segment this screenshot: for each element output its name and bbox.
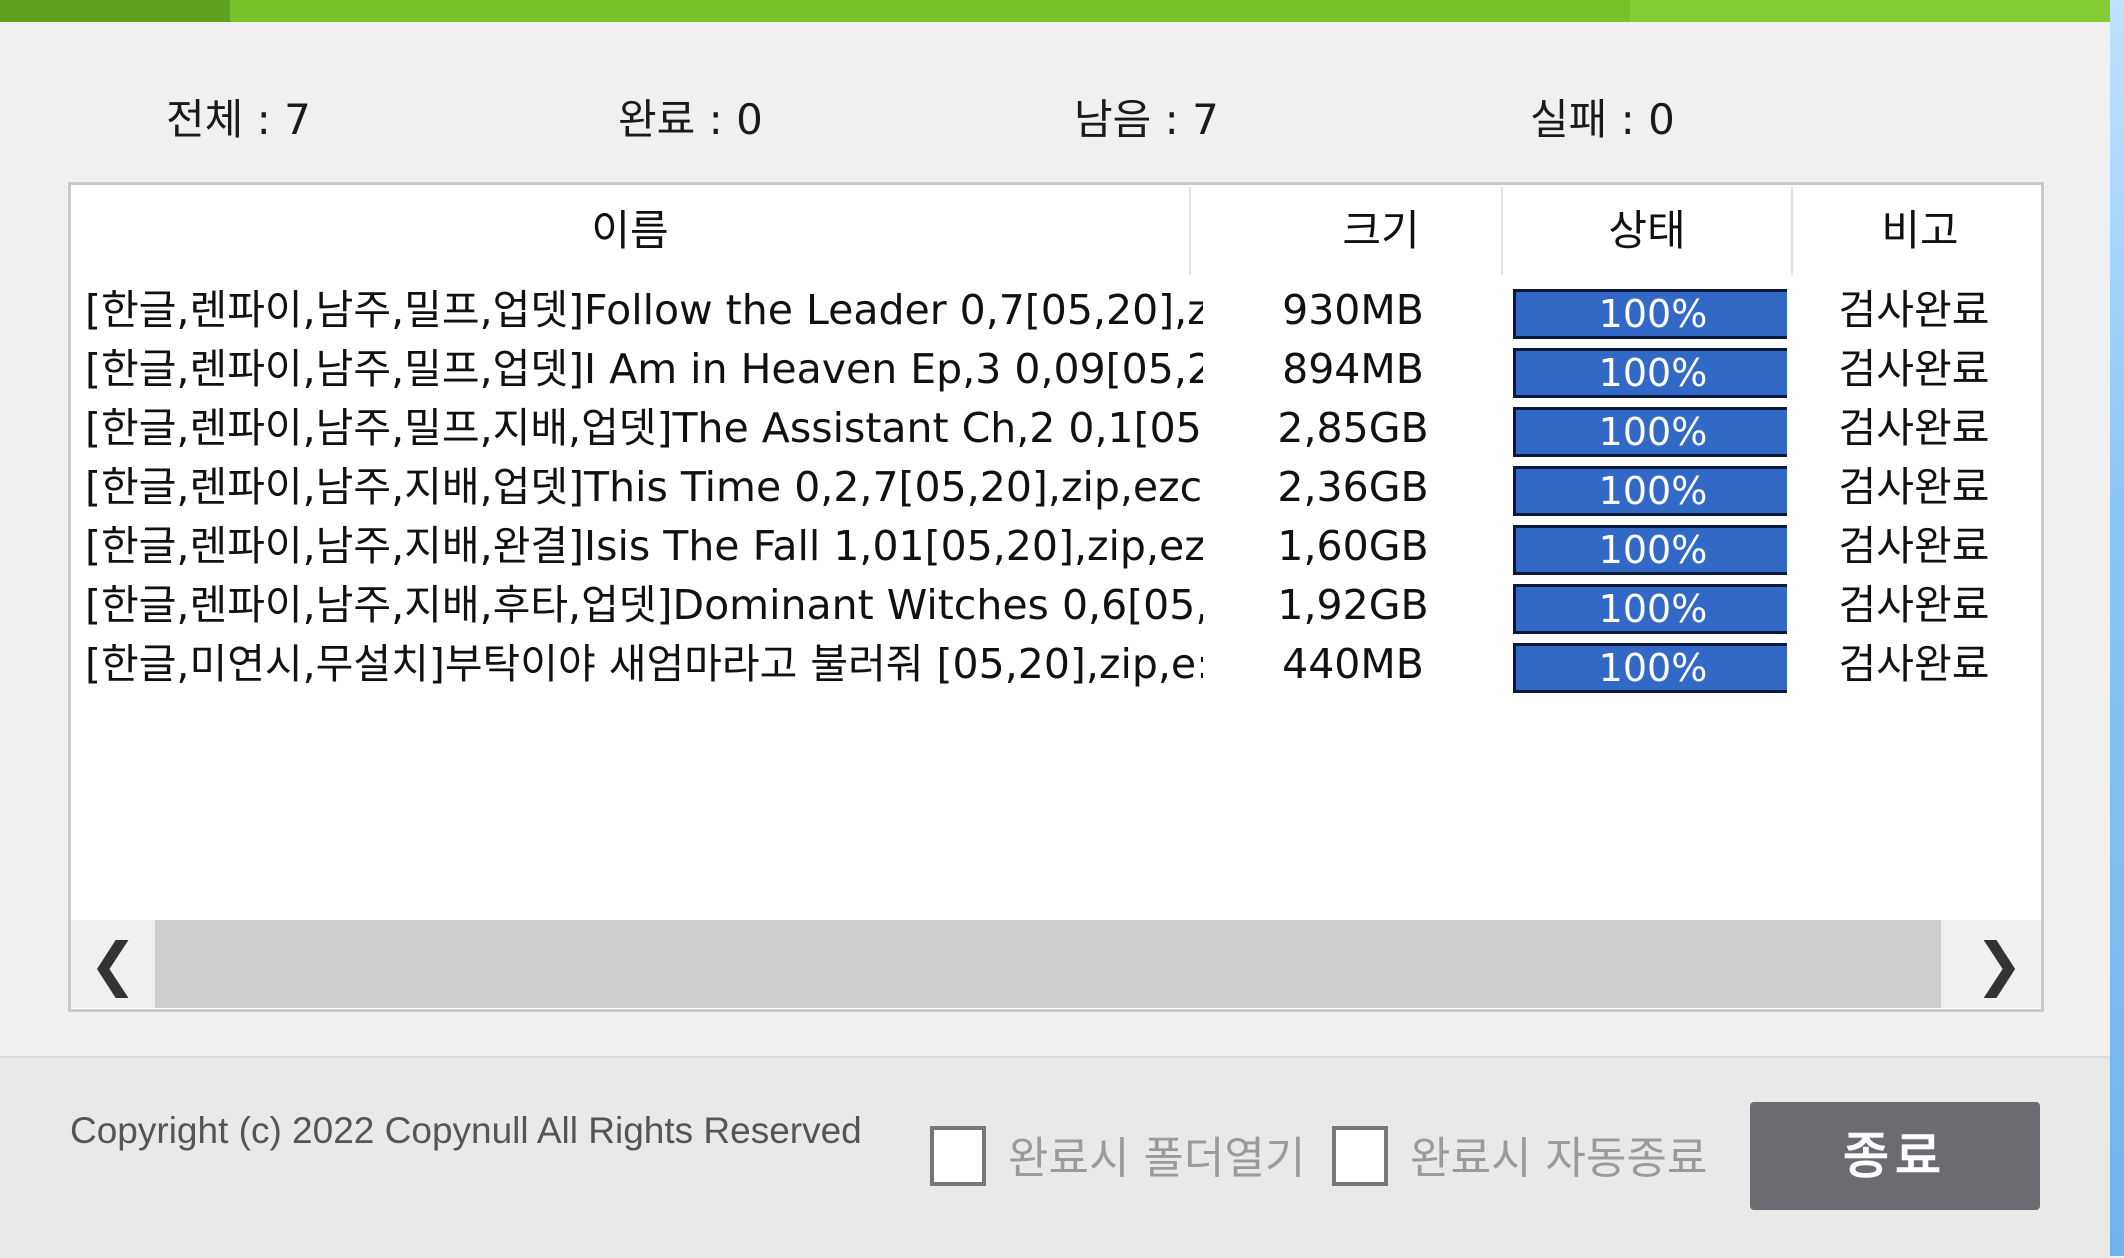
- stat-total: 전체 : 7: [166, 95, 311, 144]
- open-folder-label[interactable]: 완료시 폴더열기: [1008, 1122, 1305, 1186]
- file-name-cell: [한글,렌파이,남주,지배,업뎃]This Time 0,2,7[05,20],…: [85, 463, 1203, 511]
- auto-exit-checkbox[interactable]: [1332, 1126, 1388, 1186]
- note-cell: 검사완료: [1838, 581, 1990, 629]
- chevron-left-icon[interactable]: ❮: [71, 920, 155, 1008]
- note-cell: 검사완료: [1838, 404, 1990, 452]
- file-name-cell: [한글,렌파이,남주,밀프,지배,업뎃]The Assistant Ch,2 0…: [85, 404, 1203, 452]
- column-header-status[interactable]: 상태: [1503, 185, 1791, 277]
- chevron-right-icon[interactable]: ❯: [1957, 920, 2041, 1008]
- top-progress-strip: [0, 0, 2110, 22]
- file-list[interactable]: 이름 크기 상태 비고 [한글,렌파이,남주,밀프,업뎃]Follow the …: [68, 182, 2044, 1012]
- column-header-note[interactable]: 비고: [1793, 185, 2041, 277]
- progress-bar: 100%: [1513, 643, 1787, 693]
- progress-bar: 100%: [1513, 407, 1787, 457]
- progress-bar: 100%: [1513, 584, 1787, 634]
- stat-failed: 실패 : 0: [1530, 95, 1675, 144]
- table-row[interactable]: [한글,렌파이,남주,밀프,업뎃]Follow the Leader 0,7[0…: [71, 281, 2041, 340]
- status-cell: 100%: [1507, 281, 1787, 340]
- table-row[interactable]: [한글,렌파이,남주,밀프,업뎃]I Am in Heaven Ep,3 0,0…: [71, 340, 2041, 399]
- file-name-cell: [한글,렌파이,남주,밀프,업뎃]Follow the Leader 0,7[0…: [85, 286, 1203, 334]
- file-size-cell: 894MB: [1282, 345, 1424, 393]
- desktop-edge: [2110, 0, 2124, 1256]
- note-cell: 검사완료: [1838, 345, 1990, 393]
- footer: Copyright (c) 2022 Copynull All Rights R…: [0, 1056, 2110, 1258]
- table-row[interactable]: [한글,렌파이,남주,밀프,지배,업뎃]The Assistant Ch,2 0…: [71, 399, 2041, 458]
- note-cell: 검사완료: [1838, 463, 1990, 511]
- progress-text: 100%: [1598, 646, 1708, 690]
- open-folder-checkbox[interactable]: [930, 1126, 986, 1186]
- progress-text: 100%: [1598, 351, 1708, 395]
- progress-bar: 100%: [1513, 348, 1787, 398]
- file-size-cell: 930MB: [1282, 286, 1424, 334]
- progress-text: 100%: [1598, 469, 1708, 513]
- file-size-cell: 440MB: [1282, 640, 1424, 688]
- progress-text: 100%: [1598, 528, 1708, 572]
- file-size-cell: 2,85GB: [1277, 404, 1429, 452]
- note-cell: 검사완료: [1838, 286, 1990, 334]
- file-size-cell: 2,36GB: [1277, 463, 1429, 511]
- status-cell: 100%: [1507, 458, 1787, 517]
- progress-text: 100%: [1598, 410, 1708, 454]
- status-cell: 100%: [1507, 517, 1787, 576]
- file-name-cell: [한글,렌파이,남주,지배,후타,업뎃]Dominant Witches 0,6…: [85, 581, 1203, 629]
- close-button[interactable]: 종료: [1750, 1102, 2040, 1210]
- note-cell: 검사완료: [1838, 522, 1990, 570]
- progress-bar: 100%: [1513, 525, 1787, 575]
- horizontal-scrollbar[interactable]: ❮ ❯: [71, 920, 2041, 1008]
- top-strip-segment-right: [1630, 0, 2110, 22]
- table-row[interactable]: [한글,렌파이,남주,지배,업뎃]This Time 0,2,7[05,20],…: [71, 458, 2041, 517]
- auto-exit-label[interactable]: 완료시 자동종료: [1410, 1122, 1707, 1186]
- top-strip-segment-left: [0, 0, 230, 22]
- status-cell: 100%: [1507, 576, 1787, 635]
- stat-done: 완료 : 0: [618, 95, 763, 144]
- status-cell: 100%: [1507, 635, 1787, 694]
- status-cell: 100%: [1507, 399, 1787, 458]
- stat-remaining: 남음 : 7: [1074, 95, 1219, 144]
- file-name-cell: [한글,렌파이,남주,지배,완결]Isis The Fall 1,01[05,2…: [85, 522, 1203, 570]
- note-cell: 검사완료: [1838, 640, 1990, 688]
- progress-bar: 100%: [1513, 289, 1787, 339]
- progress-text: 100%: [1598, 587, 1708, 631]
- scrollbar-thumb[interactable]: [155, 920, 1941, 1008]
- progress-text: 100%: [1598, 292, 1708, 336]
- table-row[interactable]: [한글,미연시,무설치]부탁이야 새엄마라고 불러줘 [05,20],zip,e…: [71, 635, 2041, 694]
- file-size-cell: 1,60GB: [1277, 522, 1429, 570]
- column-header-name[interactable]: 이름: [71, 185, 1189, 277]
- progress-bar: 100%: [1513, 466, 1787, 516]
- file-name-cell: [한글,렌파이,남주,밀프,업뎃]I Am in Heaven Ep,3 0,0…: [85, 345, 1203, 393]
- table-row[interactable]: [한글,렌파이,남주,지배,완결]Isis The Fall 1,01[05,2…: [71, 517, 2041, 576]
- status-cell: 100%: [1507, 340, 1787, 399]
- table-row[interactable]: [한글,렌파이,남주,지배,후타,업뎃]Dominant Witches 0,6…: [71, 576, 2041, 635]
- file-size-cell: 1,92GB: [1277, 581, 1429, 629]
- copyright-text: Copyright (c) 2022 Copynull All Rights R…: [70, 1110, 862, 1151]
- file-name-cell: [한글,미연시,무설치]부탁이야 새엄마라고 불러줘 [05,20],zip,e…: [85, 640, 1203, 688]
